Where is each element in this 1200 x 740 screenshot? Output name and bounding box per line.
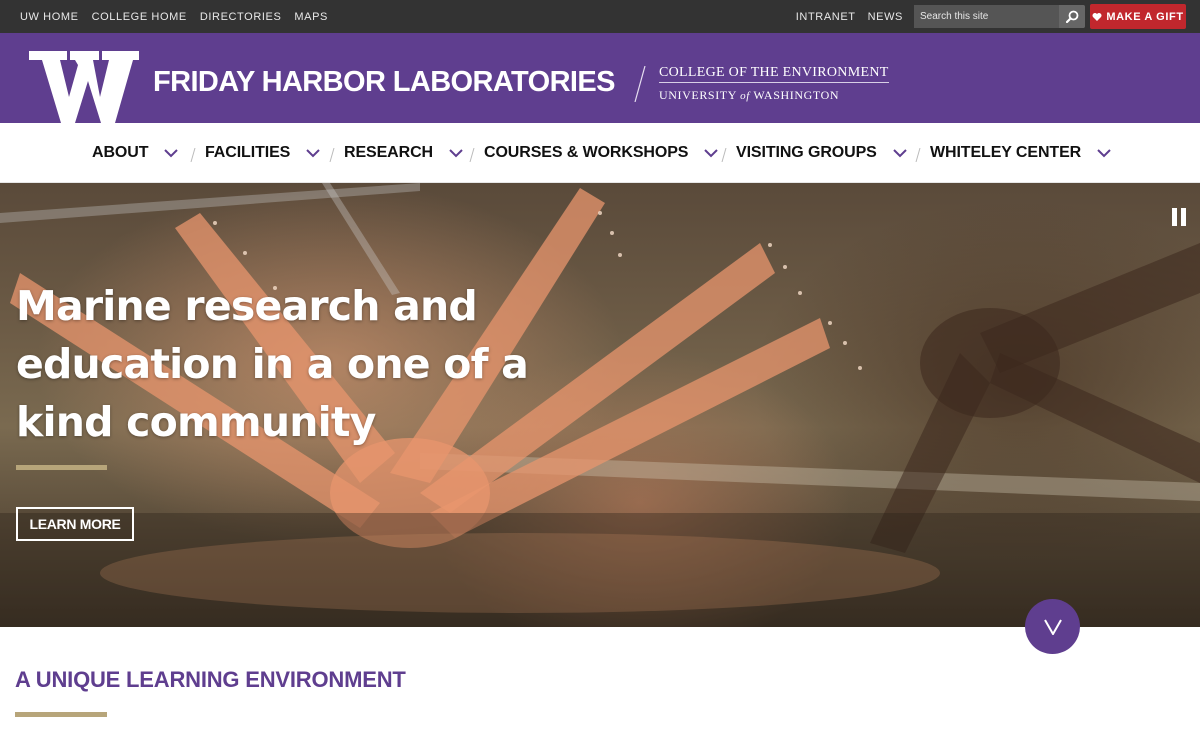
nav-item-facilities[interactable]: FACILITIES [205, 123, 320, 183]
nav-item-visiting-groups[interactable]: VISITING GROUPS [736, 123, 907, 183]
search-button[interactable] [1059, 5, 1085, 28]
search-box [914, 5, 1085, 28]
maps-link[interactable]: MAPS [294, 11, 328, 23]
news-link[interactable]: NEWS [868, 11, 903, 23]
nav-separator [915, 148, 921, 162]
nav-item-label: FACILITIES [205, 144, 291, 161]
nav-item-about[interactable]: ABOUT [92, 123, 179, 183]
nav-item-label: VISITING GROUPS [736, 144, 877, 161]
nav-item-whiteley-center[interactable]: WHITELEY CENTER [930, 123, 1111, 183]
nav-item-research[interactable]: RESEARCH [344, 123, 463, 183]
chevron-down-icon[interactable] [1097, 148, 1111, 158]
nav-separator [329, 148, 335, 162]
nav-item-label: ABOUT [92, 144, 149, 161]
utility-right-links: INTRANET NEWS [796, 0, 903, 33]
university-word: UNIVERSITY [659, 88, 737, 102]
make-a-gift-label: MAKE A GIFT [1106, 10, 1184, 23]
uw-w-logo[interactable] [29, 51, 139, 123]
university-of-washington: UNIVERSITY of WASHINGTON [659, 88, 839, 103]
utility-links: UW HOME COLLEGE HOME DIRECTORIES MAPS [20, 0, 328, 33]
pause-icon [1172, 208, 1177, 226]
chevron-down-icon[interactable] [893, 148, 907, 158]
chevron-down-icon[interactable] [449, 148, 463, 158]
pause-button[interactable] [1172, 208, 1188, 226]
nav-item-label: RESEARCH [344, 144, 433, 161]
college-home-link[interactable]: COLLEGE HOME [92, 11, 187, 23]
nav-separator [721, 148, 727, 162]
chevron-down-icon[interactable] [164, 148, 179, 158]
washington-word: WASHINGTON [753, 88, 840, 102]
nav-separator [190, 148, 196, 162]
hero-headline: Marine research and education in a one o… [16, 282, 529, 446]
intranet-link[interactable]: INTRANET [796, 11, 856, 23]
chevron-down-icon[interactable] [306, 148, 320, 158]
chevron-down-icon [1043, 619, 1062, 635]
hero-accent-rule [16, 465, 107, 470]
header-divider [634, 66, 646, 102]
directories-link[interactable]: DIRECTORIES [200, 11, 282, 23]
nav-item-label: WHITELEY CENTER [930, 144, 1082, 161]
nav-item-label: COURSES & WORKSHOPS [484, 144, 689, 161]
learn-more-button[interactable]: LEARN MORE [16, 507, 134, 541]
chevron-down-icon[interactable] [704, 148, 719, 158]
nav-separator [469, 148, 475, 162]
site-title[interactable]: FRIDAY HARBOR LABORATORIES [153, 66, 615, 99]
search-input[interactable] [914, 5, 1059, 28]
scroll-down-button[interactable] [1025, 599, 1080, 654]
make-a-gift-button[interactable]: MAKE A GIFT [1090, 4, 1186, 29]
search-icon [1065, 10, 1078, 23]
nav-item-courses-workshops[interactable]: COURSES & WORKSHOPS [484, 123, 719, 183]
section-title: A UNIQUE LEARNING ENVIRONMENT [15, 667, 406, 692]
heart-icon [1092, 12, 1102, 21]
pause-icon [1181, 208, 1186, 226]
section-accent-rule [15, 712, 107, 717]
university-of-word: of [740, 90, 750, 102]
uw-home-link[interactable]: UW HOME [20, 11, 79, 23]
college-of-environment-link[interactable]: COLLEGE OF THE ENVIRONMENT [659, 65, 889, 83]
